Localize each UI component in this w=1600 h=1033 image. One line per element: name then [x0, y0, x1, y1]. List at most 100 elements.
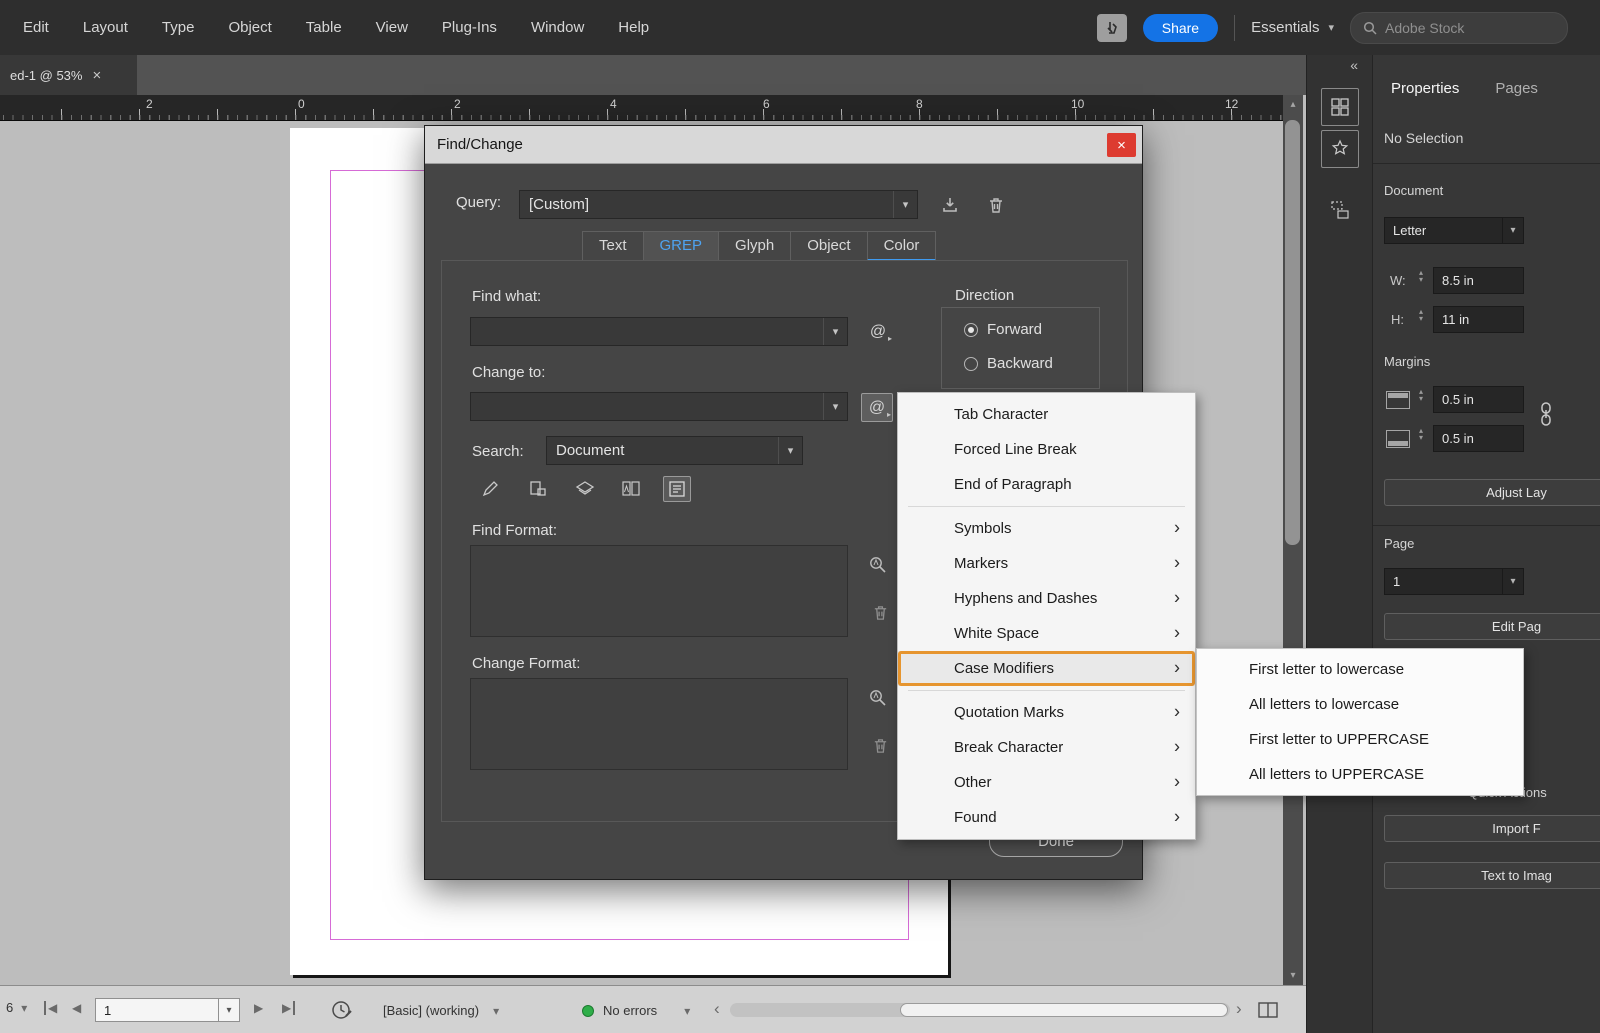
direction-backward-option[interactable]: Backward	[964, 355, 1053, 372]
close-tab-icon[interactable]: ×	[92, 67, 101, 84]
tab-properties[interactable]: Properties	[1391, 80, 1459, 97]
menu-layout[interactable]: Layout	[66, 0, 145, 55]
menu-item-case-modifiers[interactable]: Case Modifiers ›	[898, 651, 1195, 686]
scroll-up-icon[interactable]: ▴	[1283, 99, 1303, 110]
context-menu-item[interactable]: Tab Character	[898, 397, 1195, 432]
context-menu-item[interactable]: Hyphens and Dashes ›	[898, 581, 1195, 616]
context-menu-item[interactable]: Other ›	[898, 765, 1195, 800]
specify-find-format-icon[interactable]	[865, 552, 891, 578]
preflight-menu-icon[interactable]	[330, 998, 354, 1022]
tab-grep[interactable]: GREP	[643, 231, 720, 261]
step-down-icon[interactable]: ▾	[1419, 395, 1423, 402]
width-field[interactable]: 8.5 in	[1433, 267, 1524, 294]
direction-forward-option[interactable]: Forward	[964, 321, 1042, 338]
chevron-down-icon[interactable]: ▾	[1502, 569, 1523, 594]
context-menu-item[interactable]: Quotation Marks ›	[898, 695, 1195, 730]
menu-help[interactable]: Help	[601, 0, 666, 55]
dock-new-features-icon[interactable]	[1321, 130, 1359, 168]
tab-color[interactable]: Color	[867, 231, 937, 261]
margin-top-field[interactable]: 0.5 in	[1433, 386, 1524, 413]
margin-top-stepper[interactable]: ▴ ▾	[1415, 388, 1427, 402]
next-page-button[interactable]: ▶	[254, 1001, 263, 1015]
import-file-button[interactable]: Import F	[1384, 815, 1600, 842]
presentation-mode-icon[interactable]	[1097, 14, 1127, 42]
include-locked-layers-icon[interactable]	[477, 476, 505, 502]
step-down-icon[interactable]: ▾	[1419, 434, 1423, 441]
height-stepper[interactable]: ▴ ▾	[1415, 308, 1427, 322]
clear-change-format-icon[interactable]	[867, 733, 893, 759]
step-down-icon[interactable]: ▾	[1419, 315, 1423, 322]
find-what-input[interactable]: ▾	[470, 317, 848, 346]
change-special-characters-icon[interactable]: @ ▸	[861, 393, 893, 422]
menu-window[interactable]: Window	[514, 0, 601, 55]
page-size-dropdown[interactable]: Letter ▾	[1384, 217, 1524, 244]
context-menu-item[interactable]: Symbols ›	[898, 511, 1195, 546]
menu-object[interactable]: Object	[211, 0, 288, 55]
change-format-box[interactable]	[470, 678, 848, 770]
menu-plugins[interactable]: Plug-Ins	[425, 0, 514, 55]
specify-change-format-icon[interactable]	[865, 685, 891, 711]
submenu-item[interactable]: All letters to UPPERCASE	[1197, 757, 1523, 792]
chevron-down-icon[interactable]: ▾	[1502, 218, 1523, 243]
context-menu-item[interactable]: Found ›	[898, 800, 1195, 835]
include-footnotes-icon[interactable]	[663, 476, 691, 502]
chevron-down-icon[interactable]: ▾	[893, 191, 917, 218]
chevron-down-icon[interactable]: ▾	[218, 999, 239, 1021]
height-field[interactable]: 11 in	[1433, 306, 1524, 333]
context-menu-item[interactable]: Forced Line Break	[898, 432, 1195, 467]
document-tab[interactable]: ed-1 @ 53% ×	[0, 55, 137, 95]
tab-pages[interactable]: Pages	[1495, 80, 1538, 97]
submenu-item[interactable]: All letters to lowercase	[1197, 687, 1523, 722]
page-number-dropdown[interactable]: 1 ▾	[1384, 568, 1524, 595]
adobe-stock-search[interactable]: Adobe Stock	[1350, 12, 1568, 44]
find-special-characters-icon[interactable]: @ ▸	[863, 318, 893, 345]
scroll-left-icon[interactable]: ‹	[714, 999, 720, 1019]
menu-view[interactable]: View	[359, 0, 425, 55]
workspace-switcher[interactable]: Essentials ▾	[1251, 19, 1334, 36]
preflight-status-control[interactable]: No errors ▾	[582, 1003, 690, 1018]
menu-table[interactable]: Table	[289, 0, 359, 55]
preflight-profile-control[interactable]: [Basic] (working) ▾	[383, 1003, 499, 1018]
menu-edit[interactable]: Edit	[6, 0, 66, 55]
horizontal-scroll-thumb[interactable]	[900, 1003, 1228, 1017]
query-dropdown[interactable]: [Custom] ▾	[519, 190, 918, 219]
last-page-button[interactable]: ▶	[282, 1001, 295, 1015]
chevron-down-icon[interactable]: ▾	[823, 393, 847, 420]
context-menu-item[interactable]: End of Paragraph	[898, 467, 1195, 502]
chevron-down-icon[interactable]: ▾	[823, 318, 847, 345]
first-page-button[interactable]: ◀	[44, 1001, 57, 1015]
context-menu-item[interactable]: Markers ›	[898, 546, 1195, 581]
horizontal-scrollbar[interactable]	[730, 1003, 1230, 1017]
chevron-down-icon[interactable]: ▾	[778, 437, 802, 464]
collapse-panels-icon[interactable]: «	[1350, 57, 1358, 73]
submenu-item[interactable]: First letter to lowercase	[1197, 652, 1523, 687]
scroll-down-icon[interactable]: ▾	[1283, 970, 1303, 981]
tab-glyph[interactable]: Glyph	[718, 231, 791, 261]
context-menu-item[interactable]: Break Character ›	[898, 730, 1195, 765]
tab-object[interactable]: Object	[790, 231, 867, 261]
dock-libraries-icon[interactable]	[1321, 88, 1359, 126]
find-format-box[interactable]	[470, 545, 848, 637]
zoom-level-control[interactable]: 6 ▾	[6, 1000, 27, 1015]
page-number-box[interactable]: 1 ▾	[95, 998, 240, 1022]
dialog-close-button[interactable]: ×	[1107, 133, 1136, 157]
text-to-image-button[interactable]: Text to Imag	[1384, 862, 1600, 889]
include-hidden-layers-icon[interactable]	[571, 476, 599, 502]
vertical-scrollbar[interactable]: ▴ ▾	[1283, 95, 1303, 985]
dock-pages-icon[interactable]	[1325, 195, 1355, 225]
include-locked-stories-icon[interactable]	[524, 476, 552, 502]
margin-bottom-field[interactable]: 0.5 in	[1433, 425, 1524, 452]
tab-text[interactable]: Text	[582, 231, 644, 261]
delete-query-icon[interactable]	[983, 192, 1009, 218]
vertical-scroll-thumb[interactable]	[1285, 120, 1300, 545]
spread-view-icon[interactable]	[1258, 1002, 1278, 1018]
edit-page-button[interactable]: Edit Pag	[1384, 613, 1600, 640]
save-query-icon[interactable]	[937, 192, 963, 218]
width-stepper[interactable]: ▴ ▾	[1415, 269, 1427, 283]
link-margins-icon[interactable]	[1537, 401, 1555, 427]
adjust-layout-button[interactable]: Adjust Lay	[1384, 479, 1600, 506]
change-to-input[interactable]: ▾	[470, 392, 848, 421]
include-master-pages-icon[interactable]	[617, 476, 645, 502]
step-down-icon[interactable]: ▾	[1419, 276, 1423, 283]
context-menu-item[interactable]: White Space ›	[898, 616, 1195, 651]
